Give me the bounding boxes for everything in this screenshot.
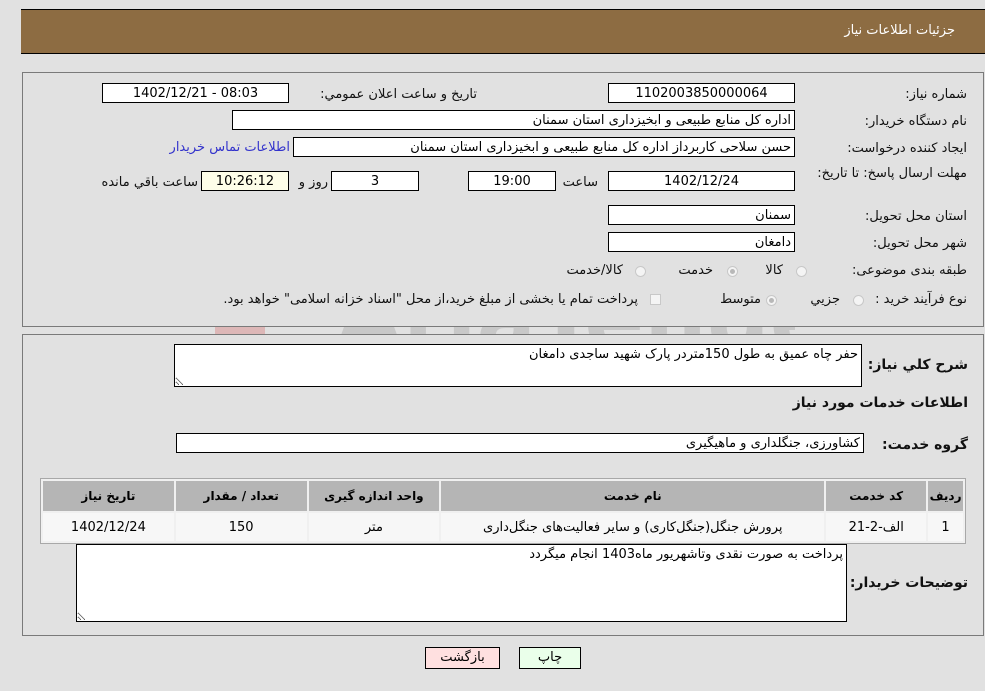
category-label: طبقه بندی موضوعی: <box>851 263 967 278</box>
category-option-service: خدمت <box>678 263 713 278</box>
service-group-field: کشاورزی، جنگلداری و ماهیگیری <box>176 433 864 453</box>
process-option-medium: متوسط <box>720 292 761 307</box>
buyer-contact-link[interactable]: اطلاعات تماس خريدار <box>170 140 290 155</box>
city-field: دامغان <box>608 232 795 252</box>
need-number-label: شماره نياز: <box>905 87 967 102</box>
category-radio-goods-service[interactable] <box>635 266 646 277</box>
category-radio-service[interactable] <box>727 266 738 277</box>
buyer-org-field: اداره کل منابع طبیعی و ابخیزداری استان س… <box>232 110 795 130</box>
remaining-label: ساعت باقي مانده <box>101 175 198 190</box>
col-service-code: کد خدمت <box>826 481 927 511</box>
services-table: رديف کد خدمت نام خدمت واحد اندازه گيری ت… <box>40 478 966 544</box>
cell-service-code: الف-2-21 <box>826 513 927 541</box>
back-button[interactable]: بازگشت <box>425 647 500 669</box>
days-label: روز و <box>298 175 328 190</box>
col-need-date: تاريخ نياز <box>43 481 174 511</box>
page-title: جزئيات اطلاعات نياز <box>844 23 955 38</box>
process-option-minor: جزيي <box>810 292 840 307</box>
need-number-field: 1102003850000064 <box>608 83 795 103</box>
buyer-notes-label: توضيحات خريدار: <box>849 575 968 591</box>
col-quantity: تعداد / مقدار <box>175 481 307 511</box>
announce-label: تاريخ و ساعت اعلان عمومي: <box>320 87 477 102</box>
cell-need-date: 1402/12/24 <box>43 513 174 541</box>
col-row-number: رديف <box>928 481 963 511</box>
table-header-row: رديف کد خدمت نام خدمت واحد اندازه گيری ت… <box>43 481 963 511</box>
category-option-goods: کالا <box>765 263 783 278</box>
deadline-date-field: 1402/12/24 <box>608 171 795 191</box>
table-row: 1 الف-2-21 پرورش جنگل(جنگل‌کاری) و سایر … <box>43 513 963 541</box>
payment-note: پرداخت تمام يا بخشی از مبلغ خريد،از محل … <box>223 292 638 307</box>
province-label: استان محل تحويل: <box>865 209 967 224</box>
services-section-title: اطلاعات خدمات مورد نياز <box>792 395 968 411</box>
col-service-name: نام خدمت <box>441 481 825 511</box>
creator-label: ايجاد کننده درخواست: <box>847 141 967 156</box>
deadline-time-label: ساعت <box>562 175 598 190</box>
description-label: شرح کلي نياز: <box>867 357 968 373</box>
deadline-label: مهلت ارسال پاسخ: تا تاريخ: <box>817 166 967 181</box>
process-label: نوع فرآيند خريد : <box>875 292 967 307</box>
category-radio-goods[interactable] <box>796 266 807 277</box>
cell-row-number: 1 <box>928 513 963 541</box>
print-button[interactable]: چاپ <box>519 647 581 669</box>
col-unit: واحد اندازه گيری <box>308 481 440 511</box>
process-radio-medium[interactable] <box>766 295 777 306</box>
category-option-goods-service: کالا/خدمت <box>566 263 623 278</box>
days-remaining-field: 3 <box>331 171 419 191</box>
need-details-panel: شماره نياز: 1102003850000064 تاريخ و ساع… <box>22 72 984 327</box>
deadline-time-field: 19:00 <box>468 171 556 191</box>
creator-field: حسن سلاحی کاربرداز اداره کل منابع طبیعی … <box>293 137 795 157</box>
description-textarea[interactable]: حفر چاه عمیق به طول 150متردر پارک شهید س… <box>174 344 862 387</box>
cell-quantity: 150 <box>175 513 307 541</box>
page-header: جزئيات اطلاعات نياز <box>21 9 985 54</box>
cell-service-name: پرورش جنگل(جنگل‌کاری) و سایر فعالیت‌های … <box>441 513 825 541</box>
service-group-label: گروه خدمت: <box>882 437 968 453</box>
treasury-checkbox[interactable] <box>650 294 661 305</box>
cell-unit: متر <box>308 513 440 541</box>
announce-field: 1402/12/21 - 08:03 <box>102 83 289 103</box>
city-label: شهر محل تحويل: <box>872 236 967 251</box>
process-radio-minor[interactable] <box>853 295 864 306</box>
remaining-time-field: 10:26:12 <box>201 171 289 191</box>
buyer-org-label: نام دستگاه خريدار: <box>864 114 967 129</box>
buyer-notes-textarea[interactable]: پرداخت به صورت نقدی وتاشهریور ماه1403 ان… <box>76 544 847 622</box>
province-field: سمنان <box>608 205 795 225</box>
services-panel: شرح کلي نياز: حفر چاه عمیق به طول 150متر… <box>22 334 984 636</box>
